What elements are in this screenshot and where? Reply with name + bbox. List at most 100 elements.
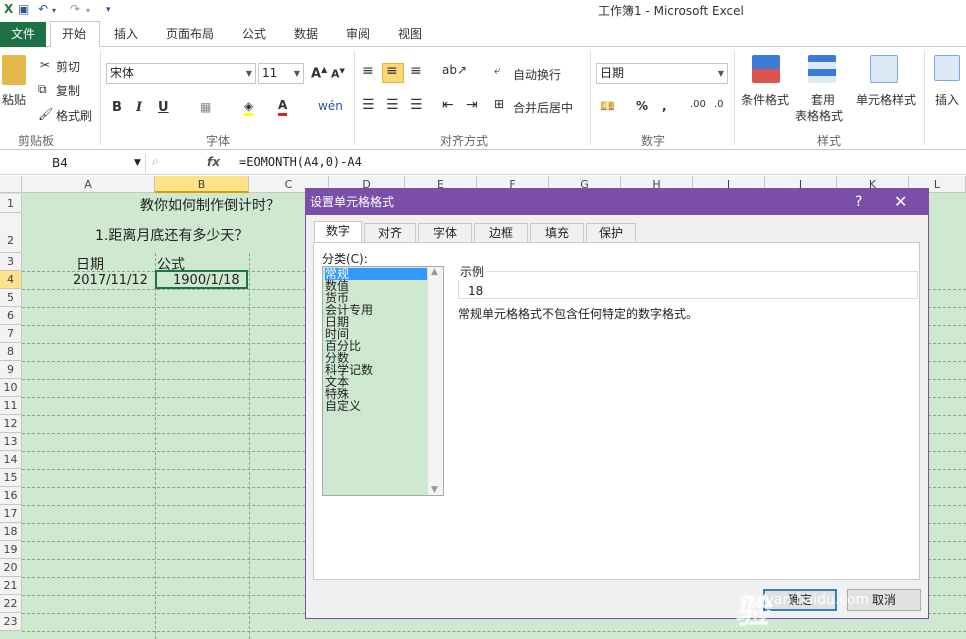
row-header[interactable]: 21	[0, 577, 22, 595]
increase-decimal-icon[interactable]: .00	[690, 99, 706, 110]
increase-indent-icon[interactable]: ⇥	[466, 97, 478, 113]
customize-toolbar-icon[interactable]: ▾	[106, 5, 111, 15]
row-header[interactable]: 6	[0, 307, 22, 325]
tab-fill[interactable]: 填充	[530, 223, 584, 242]
fill-color-icon[interactable]: ◈	[244, 99, 254, 116]
tab-data[interactable]: 数据	[294, 25, 318, 42]
border-icon[interactable]: ▦	[200, 100, 211, 114]
insert-function-icon[interactable]: fx	[207, 155, 220, 169]
cut-icon[interactable]: ✂	[40, 58, 50, 72]
row-header[interactable]: 8	[0, 343, 22, 361]
row-header[interactable]: 3	[0, 253, 22, 271]
save-icon[interactable]: ▣	[18, 2, 29, 16]
copy-button[interactable]: 复制	[56, 82, 80, 99]
cut-button[interactable]: 剪切	[56, 58, 80, 75]
row-header[interactable]: 4	[0, 271, 22, 289]
column-header-b[interactable]: B	[155, 176, 249, 193]
grow-font-icon[interactable]: A▲	[311, 65, 327, 81]
paste-icon[interactable]	[2, 55, 26, 85]
scroll-down-icon[interactable]: ▼	[431, 485, 438, 495]
decrease-indent-icon[interactable]: ⇤	[442, 97, 454, 113]
list-item[interactable]: 自定义	[325, 400, 429, 412]
row-header[interactable]: 9	[0, 361, 22, 379]
row-header[interactable]: 16	[0, 487, 22, 505]
insert-button[interactable]: 插入	[935, 91, 959, 108]
tab-font[interactable]: 字体	[418, 223, 472, 242]
scroll-up-icon[interactable]: ▲	[431, 267, 438, 277]
orientation-icon[interactable]: ab↗	[442, 63, 467, 77]
cell-styles-button[interactable]: 单元格样式	[856, 91, 916, 108]
row-header[interactable]: 18	[0, 523, 22, 541]
undo-dropdown-icon[interactable]: ▾	[52, 6, 56, 15]
table-format-icon[interactable]	[808, 55, 836, 83]
formula-options-icon[interactable]: ⌕	[152, 154, 159, 169]
tab-view[interactable]: 视图	[398, 25, 422, 42]
row-header[interactable]: 22	[0, 595, 22, 613]
shrink-font-icon[interactable]: A▼	[331, 67, 345, 81]
tab-protection[interactable]: 保护	[586, 223, 636, 242]
row-header[interactable]: 10	[0, 379, 22, 397]
merge-center-button[interactable]: 合并后居中	[513, 99, 573, 116]
percent-button[interactable]: %	[636, 99, 648, 113]
name-box[interactable]: B4 ▼	[0, 154, 146, 173]
category-list[interactable]: 常规 数值 货币 会计专用 日期 时间 百分比 分数 科学记数 文本 特殊 自定…	[322, 266, 444, 496]
cell-a2-subtitle[interactable]: 1.距离月底还有多少天？	[95, 225, 248, 245]
wrap-text-icon[interactable]: ⤶	[494, 63, 501, 78]
tab-file[interactable]: 文件	[0, 22, 46, 47]
row-header[interactable]: 19	[0, 541, 22, 559]
formula-input[interactable]: =EOMONTH(A4,0)-A4	[239, 155, 362, 169]
copy-icon[interactable]: ⧉	[38, 82, 47, 97]
select-all-corner[interactable]	[0, 176, 22, 193]
format-painter-icon[interactable]: 🖌	[38, 107, 53, 121]
tab-page-layout[interactable]: 页面布局	[166, 25, 214, 42]
comma-button[interactable]: ,	[662, 99, 667, 113]
tab-alignment[interactable]: 对齐	[364, 223, 416, 242]
decrease-decimal-icon[interactable]: .0	[714, 99, 724, 110]
row-header[interactable]: 1	[0, 194, 22, 213]
row-header[interactable]: 7	[0, 325, 22, 343]
phonetic-icon[interactable]: wén	[318, 99, 343, 113]
insert-cells-icon[interactable]	[934, 55, 960, 81]
tab-number[interactable]: 数字	[314, 221, 362, 242]
row-header[interactable]: 17	[0, 505, 22, 523]
conditional-format-icon[interactable]	[752, 55, 780, 83]
align-left-icon[interactable]: ☰	[362, 97, 375, 113]
font-name-select[interactable]: 宋体 ▼	[106, 63, 256, 84]
align-bottom-icon[interactable]: ≡	[410, 63, 422, 79]
underline-button[interactable]: U	[158, 100, 169, 115]
currency-icon[interactable]: 💴	[600, 99, 615, 113]
tab-formulas[interactable]: 公式	[242, 25, 266, 42]
font-size-select[interactable]: 11 ▼	[258, 63, 304, 84]
merge-icon[interactable]: ⊞	[494, 97, 504, 111]
row-header[interactable]: 5	[0, 289, 22, 307]
redo-icon[interactable]: ↷	[70, 2, 80, 16]
tab-insert[interactable]: 插入	[114, 25, 138, 42]
row-header[interactable]: 15	[0, 469, 22, 487]
row-header[interactable]: 11	[0, 397, 22, 415]
number-format-select[interactable]: 日期 ▼	[596, 63, 728, 84]
tab-home[interactable]: 开始	[62, 25, 86, 42]
align-top-icon[interactable]: ≡	[362, 63, 374, 79]
undo-icon[interactable]: ↶	[38, 2, 48, 16]
help-button[interactable]: ?	[855, 189, 862, 215]
bold-button[interactable]: B	[112, 100, 122, 115]
align-right-icon[interactable]: ☰	[410, 97, 423, 113]
cell-a3[interactable]: 日期	[76, 254, 104, 274]
cell-a1-title[interactable]: 教你如何制作倒计时？	[140, 195, 280, 215]
italic-button[interactable]: I	[136, 100, 142, 115]
cell-a4[interactable]: 2017/11/12	[73, 273, 148, 288]
paste-button[interactable]: 粘贴	[2, 91, 26, 108]
category-scrollbar[interactable]: ▲ ▼	[427, 267, 443, 495]
tab-review[interactable]: 审阅	[346, 25, 370, 42]
conditional-format-button[interactable]: 条件格式	[741, 91, 789, 108]
font-color-icon[interactable]: A	[278, 97, 288, 116]
column-header-a[interactable]: A	[22, 176, 155, 193]
table-format-line1[interactable]: 套用	[811, 91, 835, 108]
align-center-icon[interactable]: ☰	[386, 97, 399, 113]
close-button[interactable]: ✕	[894, 189, 907, 215]
tab-border[interactable]: 边框	[474, 223, 528, 242]
redo-dropdown-icon[interactable]: ▾	[86, 6, 90, 15]
row-header[interactable]: 20	[0, 559, 22, 577]
table-format-line2[interactable]: 表格格式	[795, 107, 843, 124]
row-header[interactable]: 13	[0, 433, 22, 451]
